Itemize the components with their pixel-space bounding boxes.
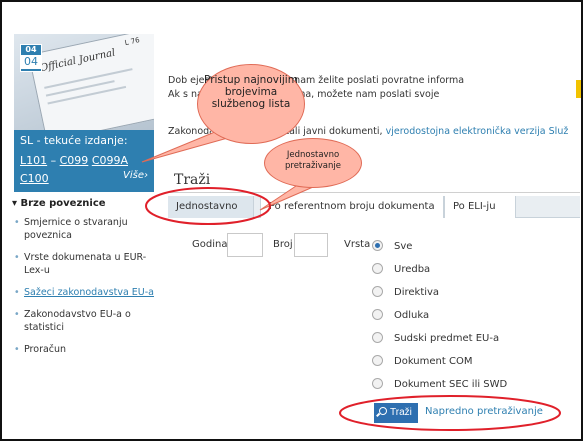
type-label: Vrsta bbox=[344, 239, 371, 250]
callout-latest-issues: Pristup najnovijim brojevima službenog l… bbox=[197, 64, 305, 144]
callout-simple-search: Jednostavno pretraživanje bbox=[264, 138, 362, 188]
type-radio-direktiva[interactable] bbox=[372, 286, 383, 297]
issue-link-c100[interactable]: C100 bbox=[20, 172, 49, 185]
search-icon bbox=[379, 407, 387, 415]
type-radio-sudski-predmet[interactable] bbox=[372, 332, 383, 343]
search-button-label: Traži bbox=[390, 407, 412, 418]
search-tabs: Jednostavno Po referentnom broju dokumen… bbox=[168, 196, 580, 218]
quick-link-item[interactable]: Smjernice o stvaranju poveznica bbox=[14, 216, 164, 242]
quick-link-item[interactable]: Zakonodavstvo EU-a o statistici bbox=[14, 308, 164, 334]
advanced-search-link[interactable]: Napredno pretraživanje bbox=[425, 406, 543, 417]
more-issues-link[interactable]: Više› bbox=[123, 170, 148, 181]
year-input[interactable] bbox=[227, 233, 263, 257]
type-option-label: Direktiva bbox=[394, 287, 440, 298]
callout-latest-issues-text: Pristup najnovijim brojevima službenog l… bbox=[204, 74, 298, 110]
type-option-label: Uredba bbox=[394, 264, 431, 275]
tab-simple[interactable]: Jednostavno bbox=[168, 196, 254, 218]
quick-link-item[interactable]: Proračun bbox=[14, 343, 164, 356]
screenshot-frame: Official Journal L 76 04 04 SL - tekuće … bbox=[0, 0, 583, 441]
tab-eli[interactable]: Po ELI-ju bbox=[444, 196, 516, 218]
type-radio-dokument-sec[interactable] bbox=[372, 378, 383, 389]
search-title: Traži bbox=[174, 172, 211, 188]
type-option-label: Dokument SEC ili SWD bbox=[394, 379, 508, 390]
number-input[interactable] bbox=[294, 233, 328, 257]
type-radio-dokument-com[interactable] bbox=[372, 355, 383, 366]
search-button[interactable]: Traži bbox=[374, 403, 418, 423]
journal-cover-title: Official Journal bbox=[39, 47, 117, 75]
journal-cover-number: L 76 bbox=[123, 36, 141, 48]
type-radio-sve[interactable] bbox=[372, 240, 383, 251]
issue-link-l101[interactable]: L101 bbox=[20, 154, 47, 167]
authentic-version-link[interactable]: vjerodostojna elektronička verzija Služ bbox=[386, 126, 569, 137]
number-label: Broj bbox=[273, 239, 293, 250]
journal-line bbox=[45, 80, 115, 97]
tab-reference-number[interactable]: Po referentnom broju dokumenta bbox=[260, 196, 444, 218]
issue-link-c099[interactable]: C099 bbox=[60, 154, 89, 167]
type-option-label: Odluka bbox=[394, 310, 430, 321]
official-journal-panel: Official Journal L 76 04 04 SL - tekuće … bbox=[14, 34, 154, 192]
date-day: 04 bbox=[21, 55, 41, 69]
callout-simple-search-text: Jednostavno pretraživanje bbox=[284, 150, 341, 171]
quick-link-item[interactable]: Vrste dokumenata u EUR-Lex-u bbox=[14, 251, 164, 277]
current-issue-caption: SL - tekuće izdanje: bbox=[20, 134, 128, 147]
feedback-marker bbox=[576, 80, 581, 98]
type-option-label: Sudski predmet EU-a bbox=[394, 333, 500, 344]
type-option-label: Dokument COM bbox=[394, 356, 473, 367]
journal-paper: Official Journal L 76 bbox=[28, 34, 154, 130]
type-option-label: Sve bbox=[394, 241, 413, 252]
quick-link-item[interactable]: Sažeci zakonodavstva EU-a bbox=[14, 286, 164, 299]
date-month: 04 bbox=[25, 45, 37, 54]
type-radio-odluka[interactable] bbox=[372, 309, 383, 320]
official-journal-cover-image[interactable]: Official Journal L 76 04 04 bbox=[14, 34, 154, 130]
divider bbox=[168, 192, 580, 193]
issue-link-c099a[interactable]: C099A bbox=[92, 154, 128, 167]
quick-links-title[interactable]: ▾ Brze poveznice bbox=[12, 198, 106, 209]
type-radio-uredba[interactable] bbox=[372, 263, 383, 274]
journal-line bbox=[47, 85, 127, 105]
year-label: Godina bbox=[192, 239, 228, 250]
quick-links-list: Smjernice o stvaranju poveznica Vrste do… bbox=[14, 216, 164, 365]
calendar-date-badge: 04 04 bbox=[20, 44, 42, 72]
